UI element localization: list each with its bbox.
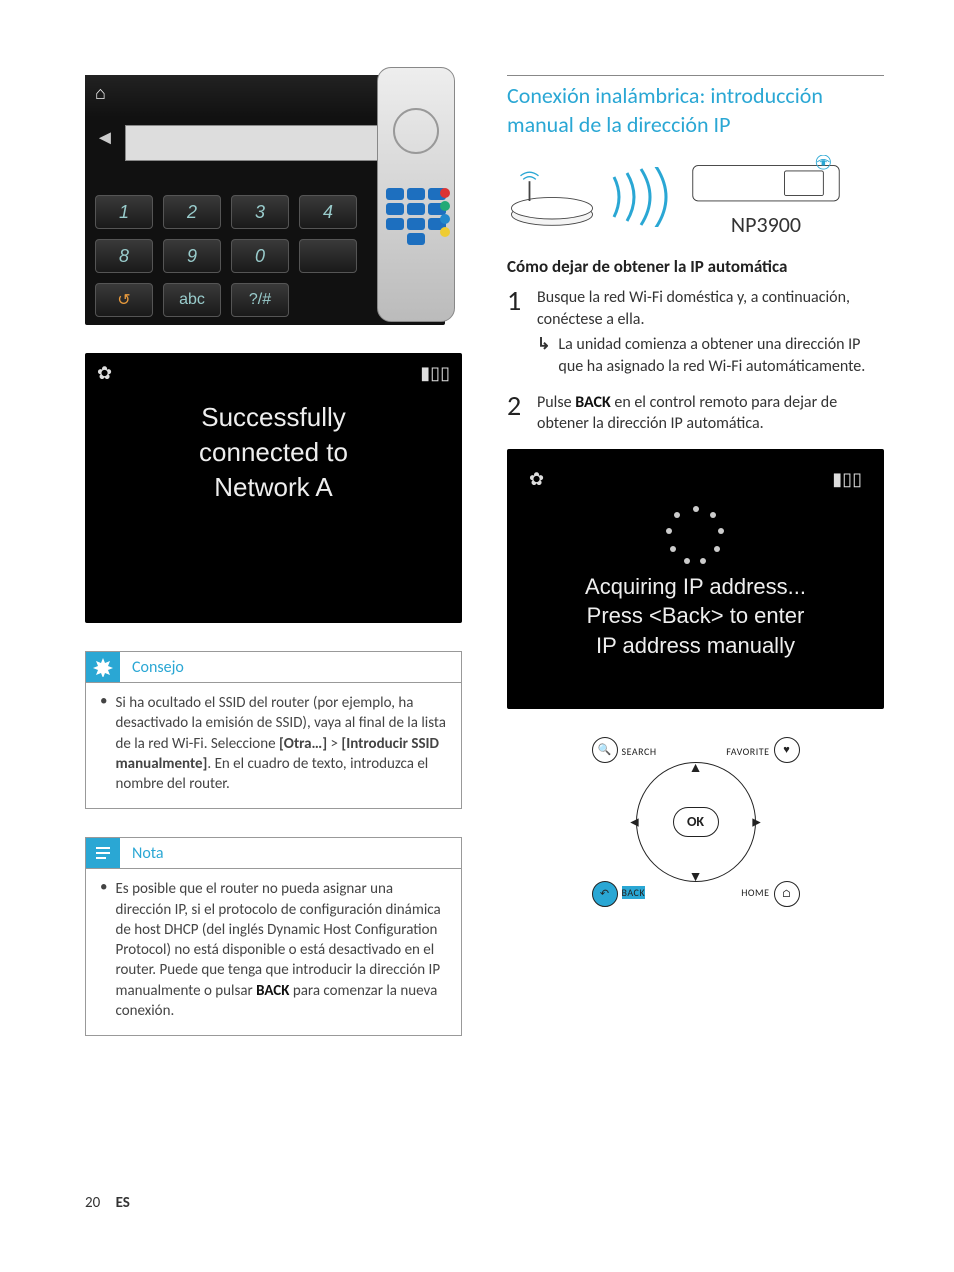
- wireless-diagram: NP3900: [507, 155, 884, 238]
- symbols-key[interactable]: ?/#: [231, 283, 289, 317]
- arrow-right-icon[interactable]: ►: [750, 813, 764, 830]
- step-2: 2 Pulse BACK en el control remoto para d…: [507, 392, 884, 435]
- tip-box: Consejo Si ha ocultado el SSID del route…: [85, 651, 462, 809]
- key-1[interactable]: 1: [95, 195, 153, 229]
- remote-control-overlay: [377, 67, 455, 322]
- home-button[interactable]: ⌂: [774, 881, 800, 907]
- home-icon: ⌂: [95, 83, 106, 104]
- acquiring-line: Press <Back> to enter: [537, 601, 854, 631]
- ok-button[interactable]: OK: [673, 807, 719, 837]
- tip-icon: [86, 652, 120, 682]
- acquiring-line: Acquiring IP address...: [537, 572, 854, 602]
- key-0[interactable]: 0: [231, 239, 289, 273]
- key-blank[interactable]: [299, 239, 357, 273]
- signal-icon: ▮▯▯: [832, 469, 862, 490]
- acquiring-ip-screen: ✿ ▮▯▯ Acquiring IP address... Press <Bac…: [507, 449, 884, 709]
- favorite-button[interactable]: ♥: [774, 737, 800, 763]
- arrow-up-icon[interactable]: ▲: [689, 759, 703, 776]
- key-3[interactable]: 3: [231, 195, 289, 229]
- signal-icon: ▮▯▯: [420, 363, 450, 384]
- note-text: Es posible que el router no pueda asigna…: [100, 879, 447, 1021]
- page-number: 20: [85, 1194, 100, 1212]
- undo-key[interactable]: ↺: [95, 283, 153, 317]
- note-box: Nota Es posible que el router no pueda a…: [85, 837, 462, 1036]
- success-line: connected to: [105, 435, 442, 470]
- gear-icon: ✿: [97, 363, 112, 384]
- search-button[interactable]: 🔍: [592, 737, 618, 763]
- section-title: Conexión inalámbrica: introducción manua…: [507, 75, 884, 139]
- keypad-screen: ⌂ ▮▯▯ ◄ ► 1 2 3 4 8 9 0 ↺ abc ?/#: [85, 75, 445, 325]
- page-footer: 20 ES: [85, 1194, 130, 1212]
- step-sub: La unidad comienza a obtener una direcci…: [537, 334, 884, 377]
- key-4[interactable]: 4: [299, 195, 357, 229]
- search-label: SEARCH: [622, 745, 657, 758]
- wireless-waves-icon: [609, 167, 679, 227]
- gear-icon: ✿: [529, 469, 544, 490]
- language-code: ES: [116, 1194, 130, 1212]
- router-icon: [507, 165, 597, 228]
- key-9[interactable]: 9: [163, 239, 221, 273]
- step-number: 2: [507, 392, 525, 435]
- key-2[interactable]: 2: [163, 195, 221, 229]
- success-screen: ✿ ▮▯▯ Successfully connected to Network …: [85, 353, 462, 623]
- text-input-field[interactable]: [125, 125, 405, 161]
- success-line: Network A: [105, 470, 442, 505]
- step-number: 1: [507, 287, 525, 377]
- sub-heading: Cómo dejar de obtener la IP automática: [507, 256, 884, 277]
- note-title: Nota: [128, 840, 168, 867]
- remote-navpad: OK ▲ ▼ ◄ ► 🔍 SEARCH ♥ FAVORITE ↶ BACK ⌂ …: [586, 737, 806, 907]
- back-button[interactable]: ↶: [592, 881, 618, 907]
- speaker-device-icon: [691, 155, 841, 208]
- model-label: NP3900: [691, 211, 841, 238]
- tip-text: Si ha ocultado el SSID del router (por e…: [100, 693, 447, 794]
- key-8[interactable]: 8: [95, 239, 153, 273]
- back-label: BACK: [622, 886, 646, 899]
- spinner-icon: [666, 506, 726, 566]
- arrow-left-icon[interactable]: ◄: [628, 813, 642, 830]
- step-text: Busque la red Wi-Fi doméstica y, a conti…: [537, 287, 884, 330]
- favorite-label: FAVORITE: [726, 745, 769, 758]
- arrow-left-icon[interactable]: ◄: [95, 127, 115, 150]
- abc-key[interactable]: abc: [163, 283, 221, 317]
- note-icon: [86, 838, 120, 868]
- acquiring-line: IP address manually: [537, 631, 854, 661]
- success-line: Successfully: [105, 400, 442, 435]
- step-text: Pulse BACK en el control remoto para dej…: [537, 393, 837, 434]
- home-label: HOME: [741, 886, 769, 899]
- tip-title: Consejo: [128, 654, 188, 681]
- step-1: 1 Busque la red Wi-Fi doméstica y, a con…: [507, 287, 884, 377]
- arrow-down-icon[interactable]: ▼: [689, 868, 703, 885]
